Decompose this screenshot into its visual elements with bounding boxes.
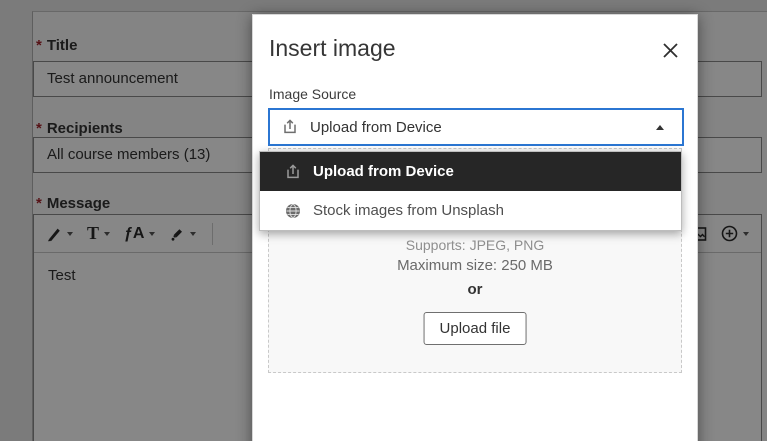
image-source-menu: Upload from Device Stock images from Uns… bbox=[259, 151, 682, 231]
upload-file-button[interactable]: Upload file bbox=[424, 312, 527, 345]
announcement-page: *Title Test announcement *Recipients All… bbox=[0, 0, 767, 441]
select-value: Upload from Device bbox=[310, 119, 442, 136]
close-icon bbox=[661, 41, 680, 60]
insert-image-dialog: Insert image Image Source Upload from De… bbox=[252, 14, 698, 441]
image-source-select[interactable]: Upload from Device bbox=[268, 108, 684, 146]
upload-icon bbox=[285, 164, 301, 180]
globe-icon bbox=[285, 203, 301, 219]
image-source-label: Image Source bbox=[269, 86, 356, 102]
max-size-text: Maximum size: 250 MB bbox=[269, 257, 681, 274]
upload-icon bbox=[282, 119, 298, 135]
option-upload-from-device[interactable]: Upload from Device bbox=[260, 152, 681, 191]
or-separator: or bbox=[269, 281, 681, 298]
option-label: Upload from Device bbox=[313, 163, 454, 180]
option-stock-images-unsplash[interactable]: Stock images from Unsplash bbox=[260, 191, 681, 230]
close-button[interactable] bbox=[657, 37, 683, 63]
caret-up-icon bbox=[656, 125, 664, 130]
supported-formats-text: Supports: JPEG, PNG bbox=[269, 237, 681, 253]
option-label: Stock images from Unsplash bbox=[313, 202, 504, 219]
dialog-title: Insert image bbox=[269, 35, 396, 62]
